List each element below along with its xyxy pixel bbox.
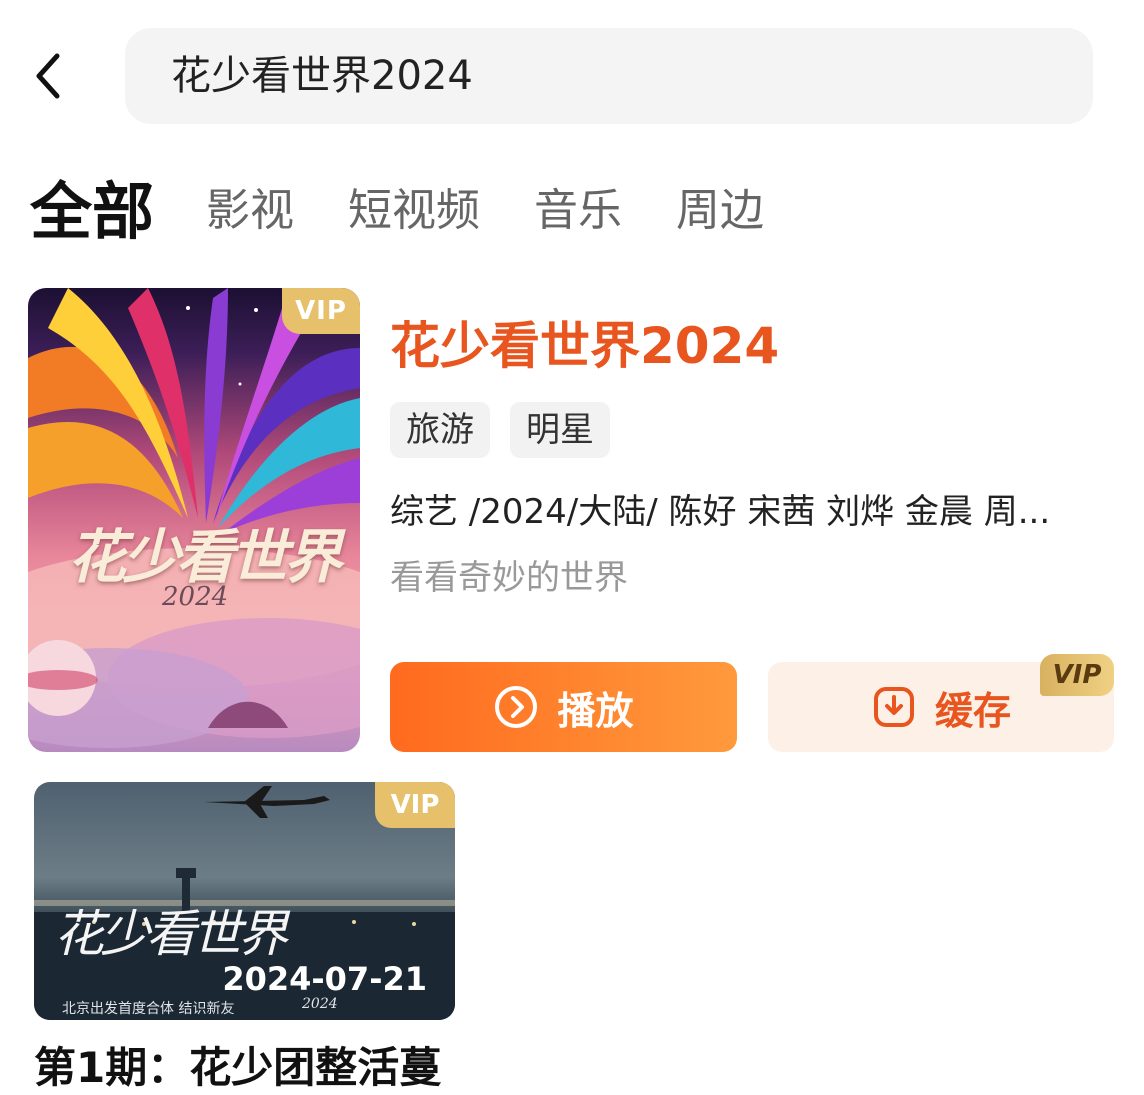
episode-vip-badge: VIP xyxy=(375,782,455,828)
search-input[interactable]: 花少看世界2024 xyxy=(125,28,1093,124)
download-icon xyxy=(873,687,914,727)
tab-all[interactable]: 全部 xyxy=(30,161,154,251)
back-button[interactable] xyxy=(28,50,68,102)
play-button[interactable]: 播放 xyxy=(390,662,737,752)
play-label: 播放 xyxy=(557,688,634,733)
tab-music[interactable]: 音乐 xyxy=(534,174,622,238)
episode-title[interactable]: 第1期：花少团整活蔓 xyxy=(34,1034,441,1095)
episode-thumbnail[interactable]: 花少看世界 2024 VIP 2024-07-21 北京出发首度合体 结识新友 xyxy=(34,782,455,1020)
tab-merch[interactable]: 周边 xyxy=(676,174,764,238)
category-tabs: 全部 影视 短视频 音乐 周边 xyxy=(30,168,818,248)
tab-film-tv[interactable]: 影视 xyxy=(206,174,294,238)
episode-year-art: 2024 xyxy=(302,996,338,1012)
cache-button[interactable]: 缓存 VIP xyxy=(768,654,1114,752)
search-query: 花少看世界2024 xyxy=(171,53,473,99)
cache-vip-badge: VIP xyxy=(1040,654,1114,696)
episode-title-art: 花少看世界 xyxy=(54,905,288,963)
episode-date: 2024-07-21 xyxy=(222,960,427,998)
play-circle-icon xyxy=(495,686,538,728)
show-meta: 综艺 /2024/大陆/ 陈好 宋茜 刘烨 金晨 周... xyxy=(390,492,1051,532)
show-poster[interactable]: 花少看世界 2024 VIP xyxy=(28,288,360,752)
cache-label: 缓存 xyxy=(934,688,1011,733)
poster-year-art: 2024 xyxy=(162,582,229,612)
tag-travel[interactable]: 旅游 xyxy=(390,402,490,458)
episode-subtitle: 北京出发首度合体 结识新友 xyxy=(62,1001,235,1017)
tag-celebrity[interactable]: 明星 xyxy=(510,402,610,458)
tab-short-video[interactable]: 短视频 xyxy=(348,174,480,238)
show-title[interactable]: 花少看世界2024 xyxy=(390,306,779,378)
vip-badge: VIP xyxy=(282,288,360,334)
chevron-left-icon xyxy=(36,53,60,99)
show-description: 看看奇妙的世界 xyxy=(390,558,628,598)
